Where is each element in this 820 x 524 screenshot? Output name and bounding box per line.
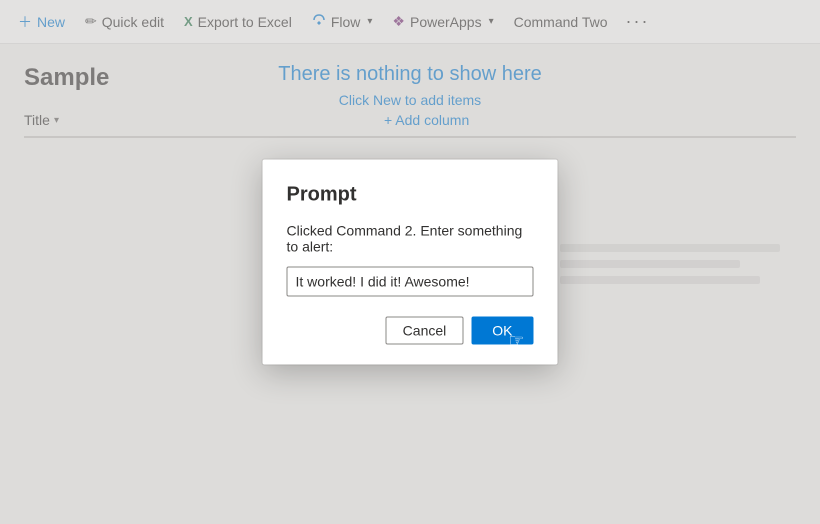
dialog-message: Clicked Command 2. Enter something to al… bbox=[287, 223, 534, 255]
prompt-dialog: Prompt Clicked Command 2. Enter somethin… bbox=[263, 160, 558, 365]
dialog-title: Prompt bbox=[287, 184, 534, 207]
dialog-buttons: Cancel OK ☞ bbox=[287, 317, 534, 345]
dialog-input[interactable] bbox=[287, 267, 534, 297]
cancel-button[interactable]: Cancel bbox=[386, 317, 464, 345]
ok-button[interactable]: OK ☞ bbox=[471, 317, 533, 345]
